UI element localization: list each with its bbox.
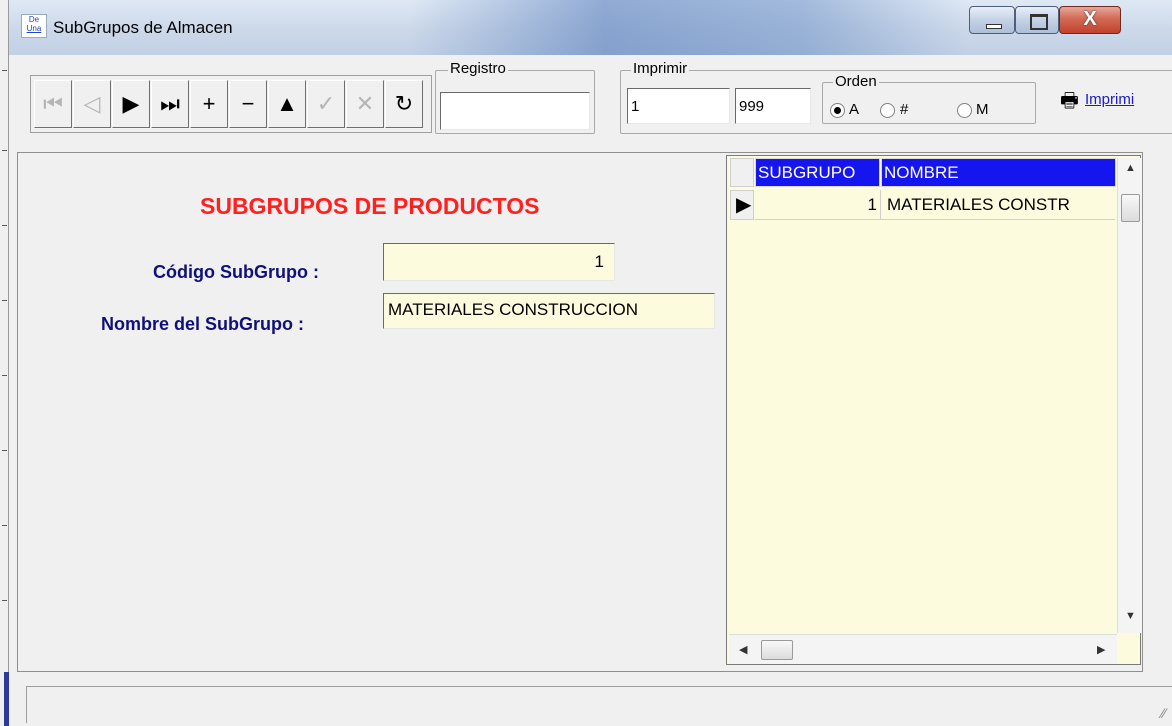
next-record-button[interactable]: ▶ [112, 80, 150, 128]
edge-tick [2, 600, 7, 601]
app-icon-bottom: Una [26, 24, 42, 33]
add-record-button[interactable]: + [190, 80, 228, 128]
print-button[interactable]: 🖶 Imprimi [1060, 86, 1172, 116]
close-button[interactable]: X [1059, 6, 1121, 34]
edge-tick [2, 150, 7, 151]
next-record-icon: ▶ [122, 91, 140, 116]
scroll-up-icon: ▲ [1125, 162, 1136, 174]
status-bar: ⁄⁄ [26, 686, 1172, 723]
vertical-scroll-thumb[interactable] [1121, 194, 1140, 222]
confirm-record-icon: ✓ [316, 91, 336, 116]
title-bar[interactable]: De Una SubGrupos de Almacen X [9, 0, 1172, 62]
last-record-icon: ⏭ [160, 91, 180, 116]
orden-radio-hash[interactable] [880, 103, 895, 118]
scroll-down-icon: ▼ [1125, 610, 1136, 622]
refresh-icon: ↻ [394, 91, 414, 116]
cell-subgrupo: 1 [867, 195, 877, 214]
nombre-label: Nombre del SubGrupo : [101, 314, 305, 334]
codigo-field[interactable]: 1 [383, 243, 615, 281]
imprimir-to-input[interactable] [735, 88, 811, 124]
resize-grip-icon[interactable]: ⁄⁄ [1161, 705, 1166, 721]
minimize-button[interactable] [969, 6, 1015, 34]
orden-option-hash: # [900, 101, 909, 118]
edge-tick [2, 70, 7, 71]
previous-record-icon: ◁ [83, 91, 101, 116]
edge-tick [2, 450, 7, 451]
orden-label: Orden [833, 73, 879, 90]
cancel-record-button[interactable]: ✕ [346, 80, 384, 128]
edge-tick [2, 375, 7, 376]
grid-corner [730, 158, 754, 187]
imprimir-label: Imprimir [631, 60, 690, 77]
print-button-label: Imprimi [1085, 91, 1135, 108]
current-row-icon: ▶ [736, 194, 752, 216]
codigo-label: Código SubGrupo : [153, 262, 319, 282]
cell-divider [880, 190, 881, 220]
last-record-button[interactable]: ⏭ [151, 80, 189, 128]
orden-radio-a[interactable] [830, 103, 845, 118]
edit-record-icon: ▲ [276, 91, 298, 116]
grid-header-subgrupo[interactable]: SUBGRUPO [755, 158, 880, 187]
maximize-button[interactable] [1015, 6, 1059, 34]
orden-option-a: A [849, 101, 860, 118]
previous-record-button[interactable]: ◁ [73, 80, 111, 128]
confirm-record-button[interactable]: ✓ [307, 80, 345, 128]
orden-option-m: M [976, 101, 989, 118]
registro-label: Registro [448, 60, 508, 77]
edge-tick [2, 225, 7, 226]
scroll-left-icon: ◀ [739, 644, 748, 656]
scroll-right-icon: ▶ [1097, 644, 1106, 656]
edit-record-button[interactable]: ▲ [268, 80, 306, 128]
grid-horizontal-scrollbar[interactable]: ◀ ▶ [729, 634, 1117, 664]
delete-record-icon: − [241, 91, 255, 116]
printer-icon: 🖶 [1060, 90, 1079, 112]
grid-header-nombre[interactable]: NOMBRE [881, 158, 1116, 187]
row-selector[interactable]: ▶ [730, 190, 754, 220]
registro-input[interactable] [440, 92, 590, 130]
window-title: SubGrupos de Almacen [53, 18, 233, 37]
app-icon[interactable]: De Una [21, 14, 47, 38]
title-bar-glow [409, 0, 969, 55]
cell-nombre: MATERIALES CONSTR [887, 195, 1070, 214]
add-record-icon: + [202, 91, 216, 116]
edge-tick [2, 525, 7, 526]
nombre-field[interactable]: MATERIALES CONSTRUCCION [383, 293, 715, 329]
first-record-icon: ⏮ [43, 91, 63, 116]
edge-tick [2, 300, 7, 301]
horizontal-scroll-thumb[interactable] [761, 640, 793, 660]
refresh-button[interactable]: ↻ [385, 80, 423, 128]
cancel-record-icon: ✕ [355, 91, 375, 116]
first-record-button[interactable]: ⏮ [34, 80, 72, 128]
delete-record-button[interactable]: − [229, 80, 267, 128]
close-icon: X [1083, 8, 1097, 30]
table-row[interactable]: 1 MATERIALES CONSTR [755, 190, 1115, 220]
orden-radio-m[interactable] [957, 103, 972, 118]
data-grid[interactable] [726, 155, 1141, 665]
desktop-edge [0, 0, 9, 723]
app-icon-top: De [28, 15, 40, 24]
imprimir-from-input[interactable] [627, 88, 730, 124]
page-title: SUBGRUPOS DE PRODUCTOS [200, 193, 540, 219]
grid-vertical-scrollbar[interactable]: ▲ ▼ [1117, 158, 1142, 633]
